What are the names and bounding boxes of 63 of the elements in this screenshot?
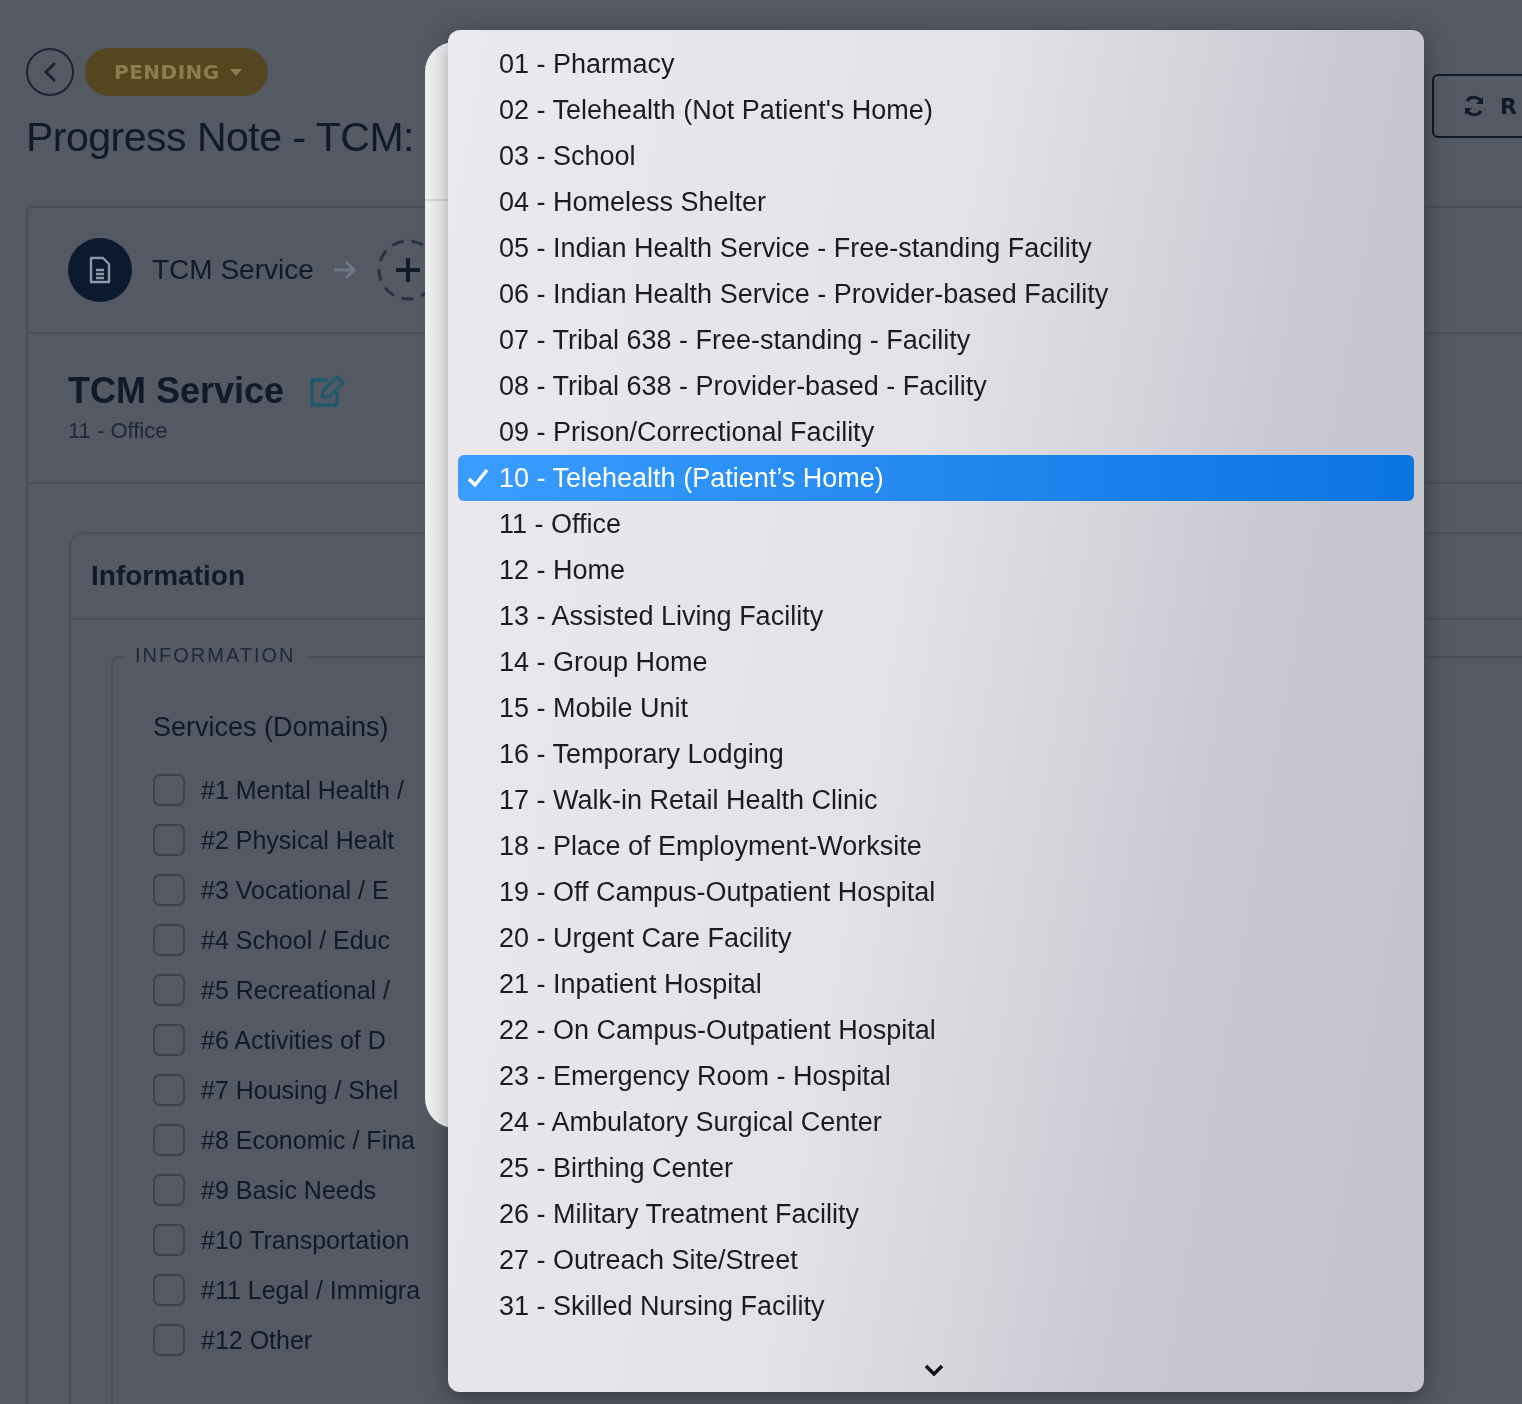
- dropdown-option[interactable]: 12 - Home: [458, 547, 1414, 593]
- dropdown-option[interactable]: 18 - Place of Employment-Worksite: [458, 823, 1414, 869]
- checkbox[interactable]: [153, 1224, 185, 1256]
- checkbox-label: #3 Vocational / E: [201, 875, 389, 905]
- checkbox-label: #6 Activities of D: [201, 1025, 386, 1055]
- dropdown-option[interactable]: 02 - Telehealth (Not Patient's Home): [458, 87, 1414, 133]
- dropdown-option[interactable]: 04 - Homeless Shelter: [458, 179, 1414, 225]
- page-title: Progress Note - TCM:: [26, 114, 414, 161]
- dropdown-option[interactable]: 19 - Off Campus-Outpatient Hospital: [458, 869, 1414, 915]
- chevron-down-icon[interactable]: [924, 1364, 944, 1376]
- checkbox-label: #11 Legal / Immigra: [201, 1275, 421, 1305]
- checkbox-label: #7 Housing / Shel: [201, 1075, 399, 1105]
- dropdown-option[interactable]: 15 - Mobile Unit: [458, 685, 1414, 731]
- service-title: TCM Service: [68, 370, 285, 412]
- checkbox[interactable]: [153, 1074, 185, 1106]
- checkbox[interactable]: [153, 1124, 185, 1156]
- refresh-icon: [1462, 94, 1486, 118]
- dropdown-option[interactable]: 09 - Prison/Correctional Facility: [458, 409, 1414, 455]
- dropdown-option[interactable]: 06 - Indian Health Service - Provider-based Facility: [458, 271, 1414, 317]
- checkbox[interactable]: [153, 774, 185, 806]
- dropdown-option[interactable]: 21 - Inpatient Hospital: [458, 961, 1414, 1007]
- dropdown-option[interactable]: 25 - Birthing Center: [458, 1145, 1414, 1191]
- checkbox[interactable]: [153, 1274, 185, 1306]
- dropdown-option[interactable]: 27 - Outreach Site/Street: [458, 1237, 1414, 1283]
- checkbox[interactable]: [153, 924, 185, 956]
- checkbox-label: #12 Other: [201, 1325, 313, 1355]
- dropdown-option[interactable]: 16 - Temporary Lodging: [458, 731, 1414, 777]
- dropdown-option[interactable]: 22 - On Campus-Outpatient Hospital: [458, 1007, 1414, 1053]
- checkbox-label: #8 Economic / Fina: [201, 1125, 415, 1155]
- dropdown-option[interactable]: 11 - Office: [458, 501, 1414, 547]
- checkbox-label: #1 Mental Health /: [201, 775, 404, 805]
- checkbox[interactable]: [153, 974, 185, 1006]
- section-title: Information: [91, 560, 245, 592]
- checkbox[interactable]: [153, 1174, 185, 1206]
- dropdown-option[interactable]: 01 - Pharmacy: [458, 41, 1414, 87]
- arrow-right-icon: [331, 258, 358, 282]
- checkbox[interactable]: [153, 1024, 185, 1056]
- dropdown-option[interactable]: 26 - Military Treatment Facility: [458, 1191, 1414, 1237]
- dropdown-option[interactable]: 08 - Tribal 638 - Provider-based - Facility: [458, 363, 1414, 409]
- checkbox-label: #2 Physical Healt: [201, 825, 395, 855]
- checkbox-label: #5 Recreational /: [201, 975, 390, 1005]
- dropdown-option[interactable]: 03 - School: [458, 133, 1414, 179]
- checkbox[interactable]: [153, 874, 185, 906]
- dropdown-option[interactable]: 23 - Emergency Room - Hospital: [458, 1053, 1414, 1099]
- dropdown-option[interactable]: 13 - Assisted Living Facility: [458, 593, 1414, 639]
- checkbox[interactable]: [153, 824, 185, 856]
- dropdown-option[interactable]: 24 - Ambulatory Surgical Center: [458, 1099, 1414, 1145]
- dropdown-option[interactable]: 17 - Walk-in Retail Health Clinic: [458, 777, 1414, 823]
- dropdown-option[interactable]: 31 - Skilled Nursing Facility: [458, 1283, 1414, 1329]
- checkbox-label: #4 School / Educ: [201, 925, 390, 955]
- check-icon: [467, 468, 489, 488]
- caret-icon: [229, 68, 242, 76]
- dropdown-option[interactable]: 05 - Indian Health Service - Free-standing Facility: [458, 225, 1414, 271]
- group-label: Services (Domains): [153, 712, 389, 743]
- dropdown-option[interactable]: 14 - Group Home: [458, 639, 1414, 685]
- step-label: TCM Service: [152, 254, 314, 286]
- checkbox-label: #9 Basic Needs: [201, 1175, 377, 1205]
- checkbox-label: #10 Transportation: [201, 1225, 410, 1255]
- checkbox[interactable]: [153, 1324, 185, 1356]
- back-button[interactable]: [26, 48, 74, 96]
- dropdown-option[interactable]: 20 - Urgent Care Facility: [458, 915, 1414, 961]
- edit-icon[interactable]: [308, 374, 347, 408]
- dropdown-option[interactable]: 07 - Tribal 638 - Free-standing - Facility: [458, 317, 1414, 363]
